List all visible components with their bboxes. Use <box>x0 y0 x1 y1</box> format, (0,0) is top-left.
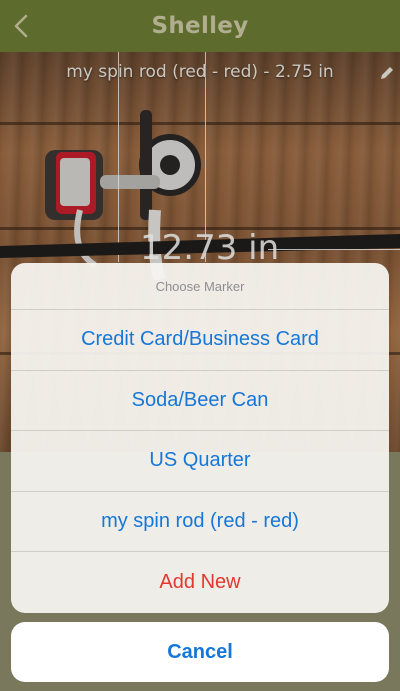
option-credit-card[interactable]: Credit Card/Business Card <box>11 310 389 371</box>
cancel-button[interactable]: Cancel <box>11 622 389 682</box>
option-add-new[interactable]: Add New <box>11 552 389 613</box>
option-us-quarter[interactable]: US Quarter <box>11 431 389 492</box>
option-soda-can[interactable]: Soda/Beer Can <box>11 371 389 432</box>
option-spin-rod[interactable]: my spin rod (red - red) <box>11 492 389 553</box>
sheet-title: Choose Marker <box>11 263 389 310</box>
choose-marker-sheet: Choose Marker Credit Card/Business Card … <box>11 263 389 613</box>
